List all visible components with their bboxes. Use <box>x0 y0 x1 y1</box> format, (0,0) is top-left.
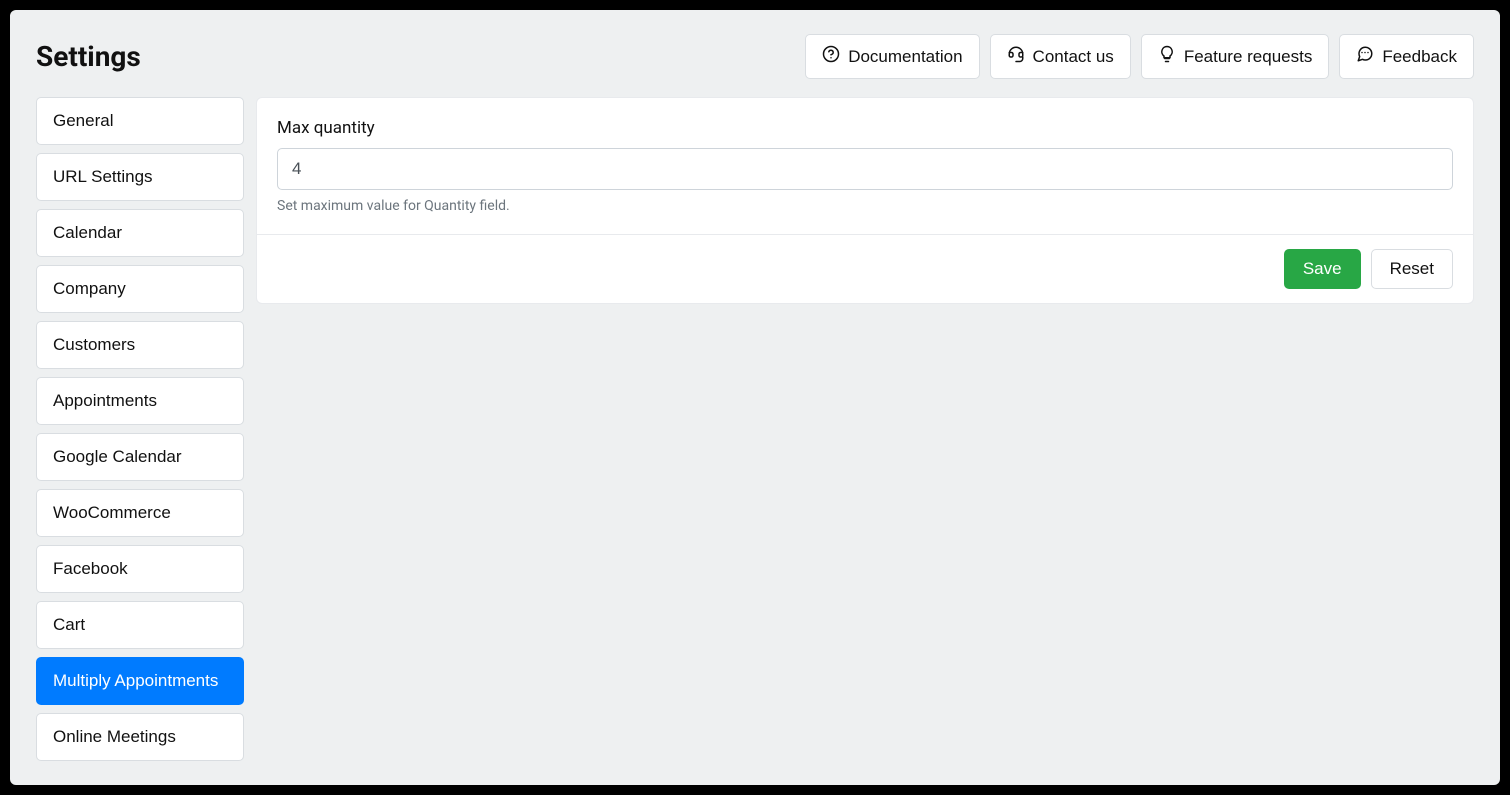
feature-requests-label: Feature requests <box>1184 47 1313 67</box>
chat-icon <box>1356 45 1374 68</box>
sidebar-item-general[interactable]: General <box>36 97 244 145</box>
lightbulb-icon <box>1158 45 1176 68</box>
sidebar-item-woocommerce[interactable]: WooCommerce <box>36 489 244 537</box>
settings-sidebar: General URL Settings Calendar Company Cu… <box>36 97 244 761</box>
headset-icon <box>1007 45 1025 68</box>
save-button[interactable]: Save <box>1284 249 1361 289</box>
sidebar-item-online-meetings[interactable]: Online Meetings <box>36 713 244 761</box>
help-circle-icon <box>822 45 840 68</box>
documentation-label: Documentation <box>848 47 962 67</box>
feedback-label: Feedback <box>1382 47 1457 67</box>
max-quantity-label: Max quantity <box>277 118 1453 138</box>
sidebar-item-company[interactable]: Company <box>36 265 244 313</box>
max-quantity-input[interactable] <box>277 148 1453 190</box>
max-quantity-help: Set maximum value for Quantity field. <box>277 198 1453 214</box>
contact-us-button[interactable]: Contact us <box>990 34 1131 79</box>
sidebar-item-appointments[interactable]: Appointments <box>36 377 244 425</box>
feedback-button[interactable]: Feedback <box>1339 34 1474 79</box>
settings-card: Max quantity Set maximum value for Quant… <box>256 97 1474 304</box>
page-title: Settings <box>36 40 141 73</box>
feature-requests-button[interactable]: Feature requests <box>1141 34 1330 79</box>
contact-us-label: Contact us <box>1033 47 1114 67</box>
sidebar-item-multiply-appointments[interactable]: Multiply Appointments <box>36 657 244 705</box>
sidebar-item-facebook[interactable]: Facebook <box>36 545 244 593</box>
header-button-group: Documentation Contact us Feature request… <box>805 34 1474 79</box>
sidebar-item-cart[interactable]: Cart <box>36 601 244 649</box>
sidebar-item-url-settings[interactable]: URL Settings <box>36 153 244 201</box>
documentation-button[interactable]: Documentation <box>805 34 979 79</box>
sidebar-item-calendar[interactable]: Calendar <box>36 209 244 257</box>
sidebar-item-customers[interactable]: Customers <box>36 321 244 369</box>
reset-button[interactable]: Reset <box>1371 249 1453 289</box>
sidebar-item-google-calendar[interactable]: Google Calendar <box>36 433 244 481</box>
